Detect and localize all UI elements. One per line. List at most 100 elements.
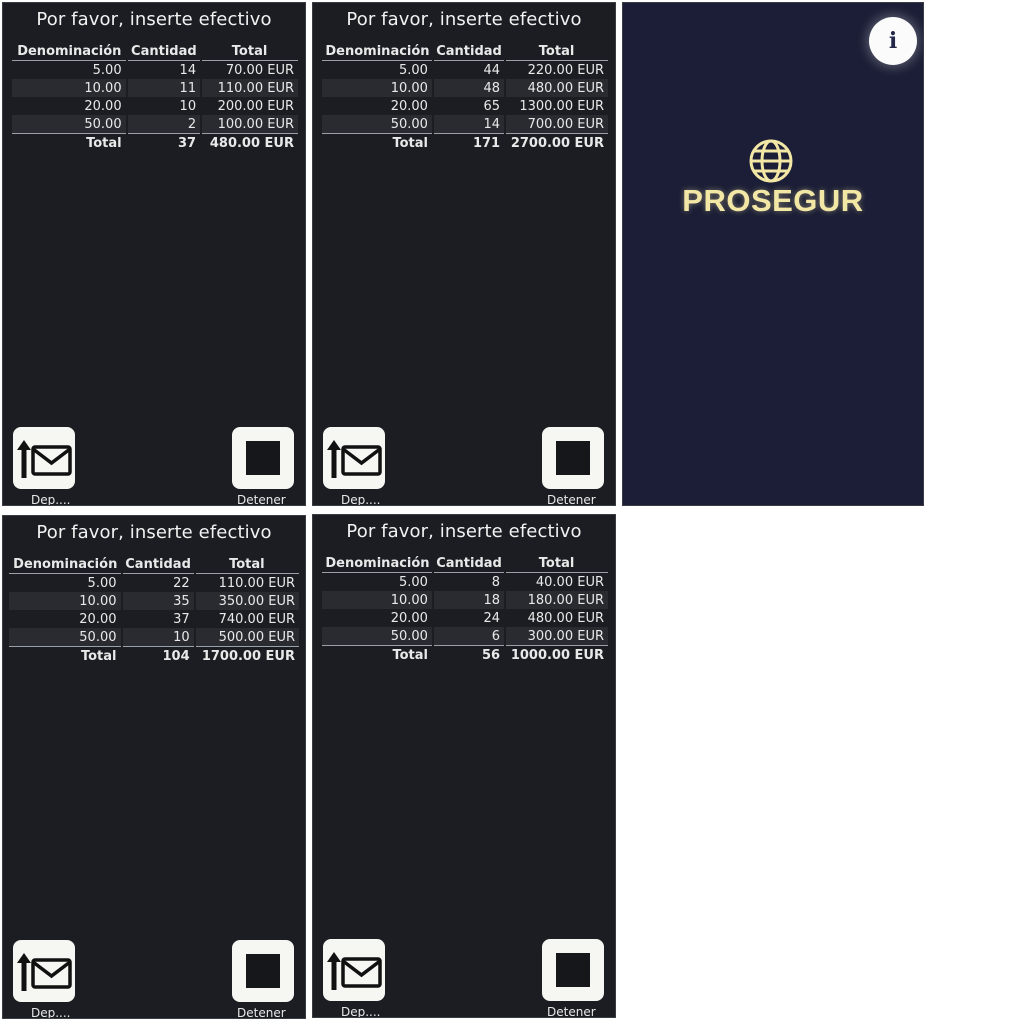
table-row: 50.00 14 700.00 EUR — [322, 115, 608, 134]
screen-title: Por favor, inserte efectivo — [346, 521, 582, 542]
deposit-button-label: Dep.... — [31, 1006, 71, 1019]
table-header: Denominación Cantidad Total — [12, 43, 298, 61]
table-row: 5.00 22 110.00 EUR — [9, 573, 299, 592]
cell-total: 180.00 EUR — [504, 591, 608, 609]
total-label: Total — [12, 133, 127, 152]
header-total: Total — [505, 555, 608, 573]
table-row: 50.00 6 300.00 EUR — [322, 627, 608, 646]
total-quantity: 37 — [125, 133, 202, 152]
cell-quantity: 22 — [120, 573, 195, 592]
cell-denomination: 50.00 — [322, 627, 433, 646]
cell-denomination: 5.00 — [399, 63, 428, 78]
header-quantity: Cantidad — [126, 43, 202, 61]
cell-quantity: 44 — [431, 60, 506, 79]
deposit-button-label: Dep.... — [31, 493, 71, 506]
cell-total: 220.00 EUR — [504, 60, 608, 79]
cell-quantity: 10 — [125, 97, 202, 115]
table-row: 50.00 2 100.00 EUR — [12, 115, 298, 134]
cell-total: 480.00 EUR — [504, 609, 608, 627]
stop-button-label: Detener — [547, 1005, 596, 1018]
cell-quantity: 35 — [120, 592, 195, 610]
stop-button[interactable] — [232, 940, 294, 1002]
stop-square-icon — [246, 441, 280, 475]
table-row: 20.00 24 480.00 EUR — [322, 609, 608, 627]
total-amount: 2700.00 EUR — [504, 133, 608, 152]
cell-quantity: 18 — [431, 591, 506, 609]
screen-title: Por favor, inserte efectivo — [36, 9, 272, 30]
deposit-button[interactable] — [13, 940, 75, 1002]
table-row: 20.00 10 200.00 EUR — [12, 97, 298, 115]
cell-denomination: 10.00 — [322, 591, 433, 609]
table-row: 20.00 65 1300.00 EUR — [322, 97, 608, 115]
header-denomination: Denominación — [322, 43, 433, 61]
cell-total: 70.00 EUR — [200, 60, 298, 79]
stop-button[interactable] — [232, 427, 294, 489]
header-denomination: Denominación — [9, 556, 122, 574]
screen-title: Por favor, inserte efectivo — [346, 9, 582, 30]
header-quantity: Cantidad — [432, 43, 506, 61]
cell-quantity: 11 — [125, 79, 202, 97]
upload-envelope-icon — [17, 440, 72, 478]
table-row: 10.00 18 180.00 EUR — [322, 591, 608, 609]
total-amount: 1000.00 EUR — [504, 645, 608, 664]
table-total-row: Total 56 1000.00 EUR — [322, 645, 608, 664]
cell-total: 480.00 EUR — [504, 79, 608, 97]
table-header: Denominación Cantidad Total — [9, 556, 299, 574]
cell-denomination: 50.00 — [322, 115, 433, 134]
table-row: 10.00 11 110.00 EUR — [12, 79, 298, 97]
cell-denomination: 10.00 — [9, 592, 122, 610]
cell-total: 200.00 EUR — [200, 97, 298, 115]
cell-quantity: 8 — [431, 572, 506, 591]
cell-denomination: 5.00 — [92, 63, 122, 78]
info-icon: i — [888, 28, 898, 54]
deposit-screen-4: Por favor, inserte efectivo Denominación… — [312, 514, 616, 1018]
cell-denomination: 50.00 — [12, 115, 127, 134]
cell-total: 40.00 EUR — [504, 572, 608, 591]
cell-quantity: 6 — [431, 627, 506, 646]
table-total-row: Total 171 2700.00 EUR — [322, 133, 608, 152]
table-row: 10.00 35 350.00 EUR — [9, 592, 299, 610]
cell-total: 100.00 EUR — [200, 115, 298, 134]
total-label: Total — [9, 646, 122, 665]
table-total-row: Total 104 1700.00 EUR — [9, 646, 299, 665]
cell-total: 300.00 EUR — [504, 627, 608, 646]
header-denomination: Denominación — [322, 555, 433, 573]
deposit-button[interactable] — [323, 427, 385, 489]
header-total: Total — [505, 43, 608, 61]
cell-total: 110.00 EUR — [193, 573, 299, 592]
table-row: 20.00 37 740.00 EUR — [9, 610, 299, 628]
table-row: 10.00 48 480.00 EUR — [322, 79, 608, 97]
cell-denomination: 20.00 — [84, 99, 122, 114]
table-header: Denominación Cantidad Total — [322, 43, 608, 61]
info-button[interactable]: i — [869, 17, 917, 65]
upload-envelope-icon — [327, 440, 382, 478]
cell-quantity: 14 — [431, 115, 506, 134]
upload-envelope-icon — [17, 953, 72, 991]
table-row: 5.00 8 40.00 EUR — [322, 572, 608, 591]
cell-denomination: 50.00 — [9, 628, 122, 647]
cell-denomination: 20.00 — [390, 611, 428, 626]
deposit-button[interactable] — [13, 427, 75, 489]
total-quantity: 56 — [431, 645, 506, 664]
denomination-table: Denominación Cantidad Total 5.00 8 40.00… — [322, 555, 608, 664]
stop-button[interactable] — [542, 427, 604, 489]
total-quantity: 104 — [120, 646, 195, 665]
stop-button-label: Detener — [547, 493, 596, 506]
deposit-button-label: Dep.... — [341, 1005, 381, 1018]
deposit-screen-2: Por favor, inserte efectivo Denominación… — [312, 2, 616, 506]
total-amount: 480.00 EUR — [200, 133, 298, 152]
stop-button[interactable] — [542, 939, 604, 1001]
header-denomination: Denominación — [12, 43, 127, 61]
cell-total: 700.00 EUR — [504, 115, 608, 134]
stop-button-label: Detener — [237, 1006, 286, 1019]
stop-square-icon — [556, 953, 590, 987]
cell-quantity: 37 — [120, 610, 195, 628]
header-total: Total — [194, 556, 299, 574]
denomination-table: Denominación Cantidad Total 5.00 22 110.… — [9, 556, 299, 665]
cell-quantity: 10 — [120, 628, 195, 647]
table-total-row: Total 37 480.00 EUR — [12, 133, 298, 152]
deposit-button[interactable] — [323, 939, 385, 1001]
brand-logo-text: PROSEGUR — [682, 183, 864, 218]
header-total: Total — [201, 43, 298, 61]
splash-screen: i PROSEGUR — [622, 2, 924, 506]
